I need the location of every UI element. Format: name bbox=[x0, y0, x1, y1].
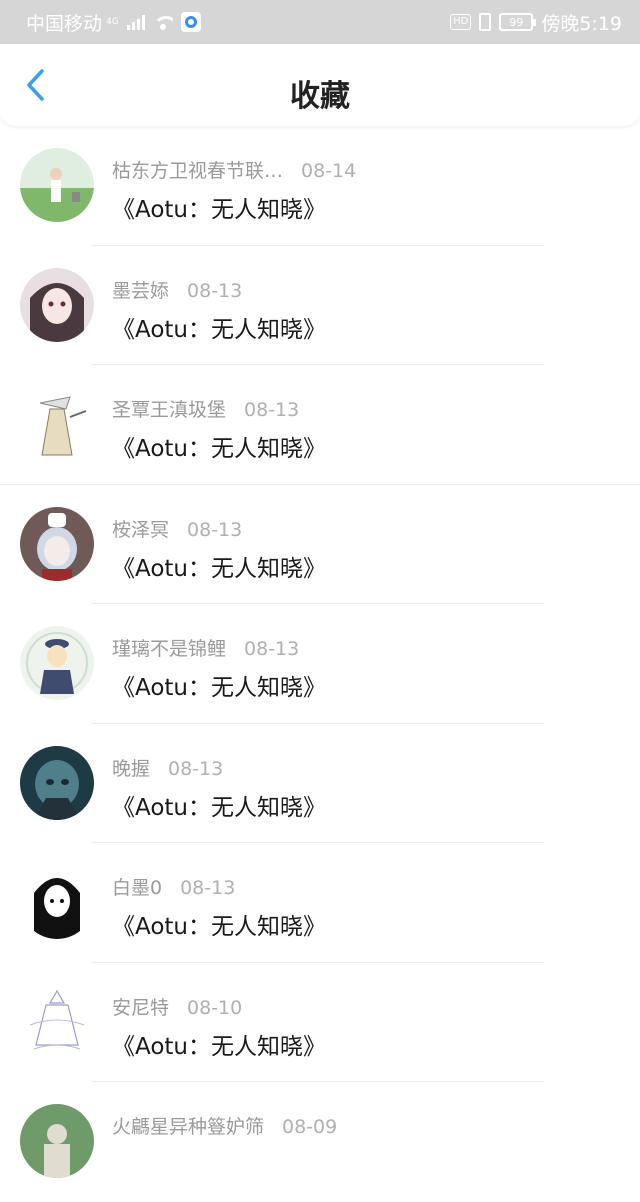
item-date: 08-13 bbox=[244, 638, 300, 660]
status-left: 中国移动 4G bbox=[26, 9, 201, 36]
item-title[interactable]: 《Aotu：无人知晓》 bbox=[112, 549, 326, 583]
list-item[interactable]: 白墨0 08-13 《Aotu：无人知晓》 bbox=[0, 843, 640, 963]
author-name[interactable]: 桉泽冥 bbox=[112, 519, 169, 541]
list-item[interactable]: 火騗星异种簦妒筛 08-09 bbox=[0, 1082, 640, 1202]
signal-icon bbox=[126, 14, 145, 30]
battery-level: 99 bbox=[509, 15, 524, 29]
clock: 傍晚5:19 bbox=[541, 12, 622, 35]
avatar[interactable] bbox=[20, 1104, 94, 1178]
item-meta: 圣覃王滇圾堡 08-13 bbox=[112, 395, 299, 422]
avatar[interactable] bbox=[20, 148, 94, 222]
list-item[interactable]: 桉泽冥 08-13 《Aotu：无人知晓》 bbox=[0, 485, 640, 604]
avatar[interactable] bbox=[20, 745, 94, 820]
list-item[interactable]: 瑾璃不是锦鲤 08-13 《Aotu：无人知晓》 bbox=[0, 604, 640, 724]
list-item[interactable]: 墨芸婖 08-13 《Aotu：无人知晓》 bbox=[0, 246, 640, 365]
list-item[interactable]: 枯东方卫视春节联… 08-14 《Aotu：无人知晓》 bbox=[0, 126, 640, 246]
avatar[interactable] bbox=[20, 387, 94, 461]
item-meta: 枯东方卫视春节联… 08-14 bbox=[112, 156, 356, 183]
list-item[interactable]: 圣覃王滇圾堡 08-13 《Aotu：无人知晓》 bbox=[0, 365, 640, 485]
item-date: 08-14 bbox=[301, 160, 357, 182]
item-date: 08-13 bbox=[180, 877, 236, 899]
status-bar: 中国移动 4G HD 99 傍晚5:19 bbox=[0, 0, 640, 44]
item-meta: 火騗星异种簦妒筛 08-09 bbox=[112, 1112, 337, 1139]
author-name[interactable]: 墨芸婖 bbox=[112, 280, 169, 302]
vibrate-icon bbox=[479, 13, 492, 31]
item-title[interactable]: 《Aotu：无人知晓》 bbox=[112, 190, 326, 224]
item-date: 08-10 bbox=[187, 996, 243, 1019]
author-name[interactable]: 白墨0 bbox=[112, 877, 162, 899]
hd-icon: HD bbox=[450, 14, 472, 30]
avatar[interactable] bbox=[20, 267, 94, 342]
item-date: 08-13 bbox=[244, 399, 300, 421]
app-notification-icon bbox=[180, 12, 201, 32]
page-title: 收藏 bbox=[290, 79, 350, 114]
item-meta: 晚握 08-13 bbox=[112, 754, 223, 781]
list-item[interactable]: 安尼特 08-10 《Aotu：无人知晓》 bbox=[0, 963, 640, 1082]
item-title[interactable]: 《Aotu：无人知晓》 bbox=[112, 668, 326, 702]
author-name[interactable]: 圣覃王滇圾堡 bbox=[112, 399, 226, 421]
author-name[interactable]: 火騗星异种簦妒筛 bbox=[112, 1116, 264, 1138]
author-name[interactable]: 瑾璃不是锦鲤 bbox=[112, 638, 226, 660]
author-name[interactable]: 晚握 bbox=[112, 758, 150, 780]
item-meta: 瑾璃不是锦鲤 08-13 bbox=[112, 634, 299, 661]
item-meta: 安尼特 08-10 bbox=[112, 993, 242, 1020]
battery-icon: 99 bbox=[499, 13, 537, 31]
network-label: 4G bbox=[106, 17, 119, 27]
avatar[interactable] bbox=[20, 984, 94, 1059]
author-name[interactable]: 安尼特 bbox=[112, 997, 169, 1019]
item-date: 08-09 bbox=[282, 1116, 338, 1138]
list-item[interactable]: 晚握 08-13 《Aotu：无人知晓》 bbox=[0, 724, 640, 843]
favorites-list: 枯东方卫视春节联… 08-14 《Aotu：无人知晓》 墨芸婖 08-13 《Aot… bbox=[0, 126, 640, 1202]
item-meta: 桉泽冥 08-13 bbox=[112, 515, 242, 542]
avatar[interactable] bbox=[20, 626, 94, 700]
item-title[interactable]: 《Aotu：无人知晓》 bbox=[112, 1027, 326, 1061]
item-title[interactable]: 《Aotu：无人知晓》 bbox=[112, 310, 326, 344]
item-title[interactable]: 《Aotu：无人知晓》 bbox=[112, 907, 326, 941]
avatar[interactable] bbox=[20, 506, 94, 581]
carrier-label: 中国移动 bbox=[26, 12, 103, 35]
item-meta: 墨芸婖 08-13 bbox=[112, 276, 242, 303]
author-name[interactable]: 枯东方卫视春节联… bbox=[112, 160, 283, 182]
item-date: 08-13 bbox=[187, 518, 243, 541]
item-date: 08-13 bbox=[168, 757, 224, 780]
status-right: HD 99 傍晚5:19 bbox=[450, 9, 622, 36]
item-meta: 白墨0 08-13 bbox=[112, 873, 235, 900]
nav-bar: 收藏 bbox=[0, 44, 640, 126]
avatar[interactable] bbox=[20, 865, 94, 939]
item-title[interactable]: 《Aotu：无人知晓》 bbox=[112, 429, 326, 463]
wifi-icon bbox=[152, 14, 173, 30]
item-date: 08-13 bbox=[187, 279, 243, 302]
item-title[interactable]: 《Aotu：无人知晓》 bbox=[112, 788, 326, 822]
